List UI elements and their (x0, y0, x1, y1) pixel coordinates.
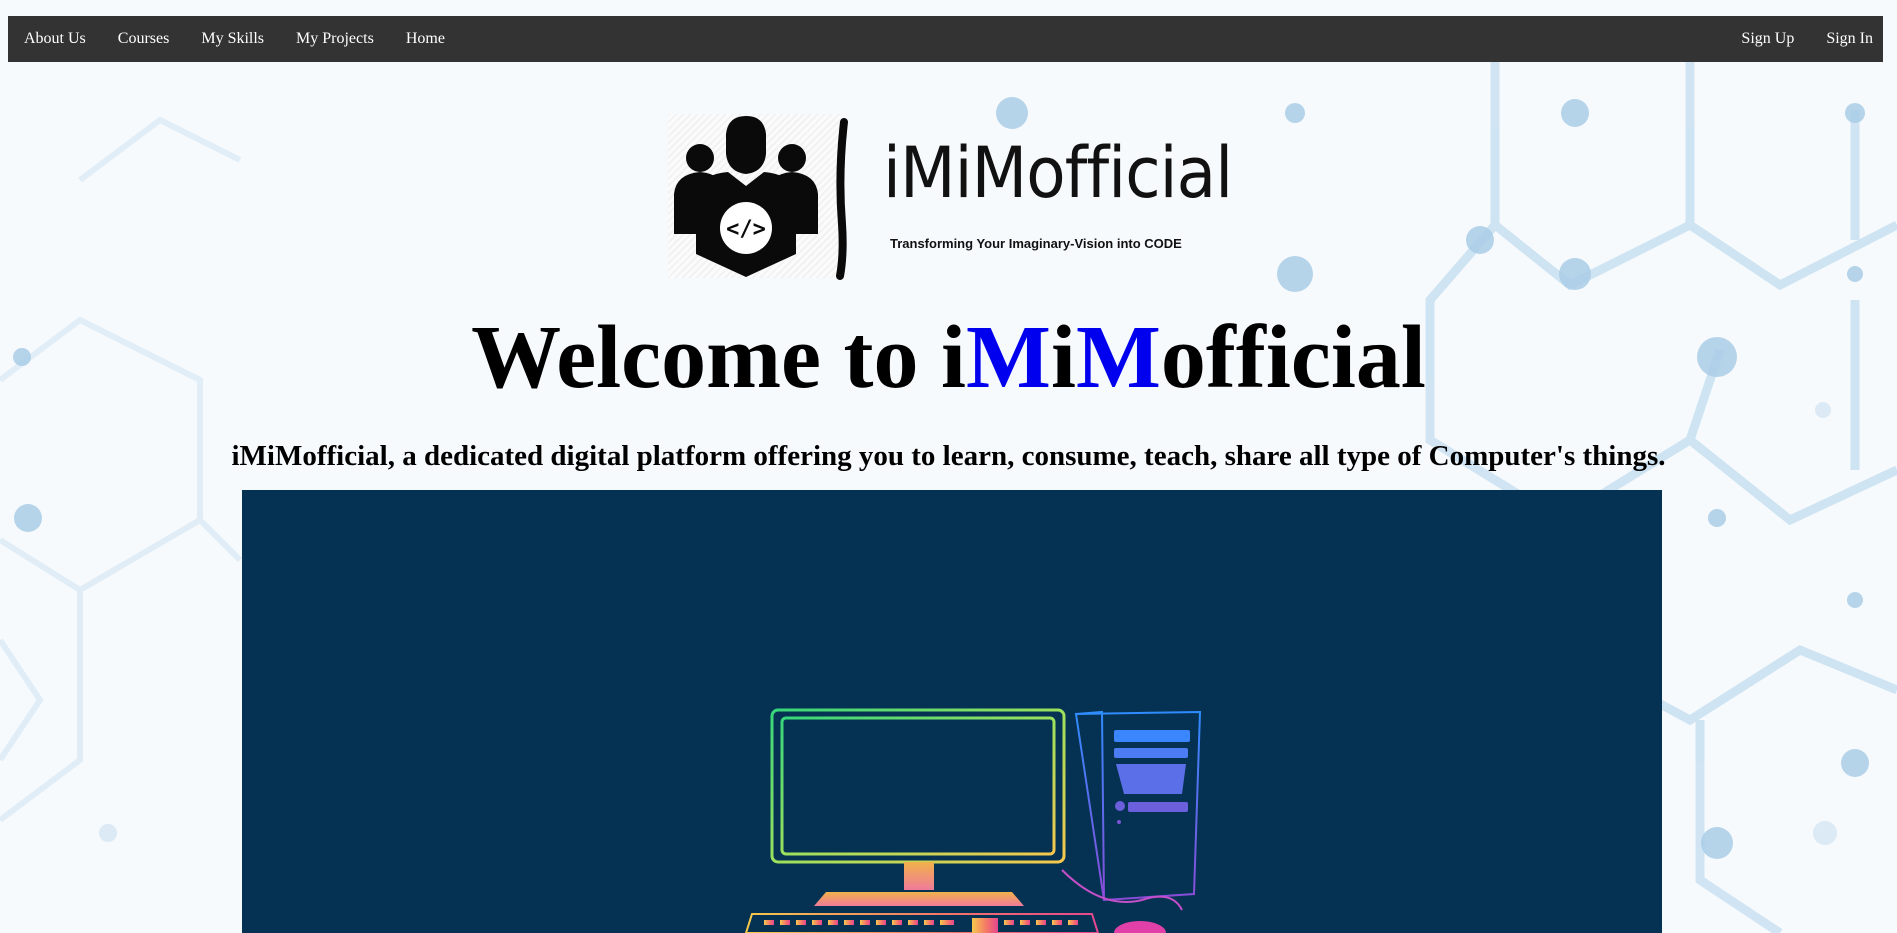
nav-courses[interactable]: Courses (102, 16, 186, 62)
welcome-official: official (1160, 308, 1426, 407)
welcome-heading: Welcome to iMiMofficial (0, 308, 1897, 408)
developer-team-icon: </> (674, 116, 848, 280)
welcome-i-2: i (1050, 308, 1076, 407)
welcome-prefix: Welcome to (471, 308, 941, 407)
site-logo[interactable]: </> iMiMofficial Transforming Your Imagi… (668, 114, 1233, 284)
nav-sign-up[interactable]: Sign Up (1725, 16, 1810, 62)
code-symbol: </> (726, 217, 766, 242)
nav-my-skills[interactable]: My Skills (185, 16, 280, 62)
welcome-i-1: i (940, 308, 966, 407)
top-navbar: About Us Courses My Skills My Projects H… (8, 16, 1883, 62)
nav-my-projects[interactable]: My Projects (280, 16, 390, 62)
welcome-m-1: M (966, 308, 1051, 407)
welcome-m-2: M (1075, 308, 1161, 407)
platform-tagline: iMiMofficial, a dedicated digital platfo… (231, 440, 1666, 472)
nav-about-us[interactable]: About Us (8, 16, 102, 62)
logo-name: iMiMofficial (883, 132, 1233, 214)
logo-tagline: Transforming Your Imaginary-Vision into … (890, 236, 1182, 251)
nav-sign-in[interactable]: Sign In (1810, 16, 1883, 62)
nav-left-group: About Us Courses My Skills My Projects H… (8, 16, 461, 62)
hero-banner (242, 490, 1662, 933)
nav-right-group: Sign Up Sign In (1725, 16, 1883, 62)
nav-home[interactable]: Home (390, 16, 461, 62)
desktop-computer-illustration (744, 708, 1202, 933)
